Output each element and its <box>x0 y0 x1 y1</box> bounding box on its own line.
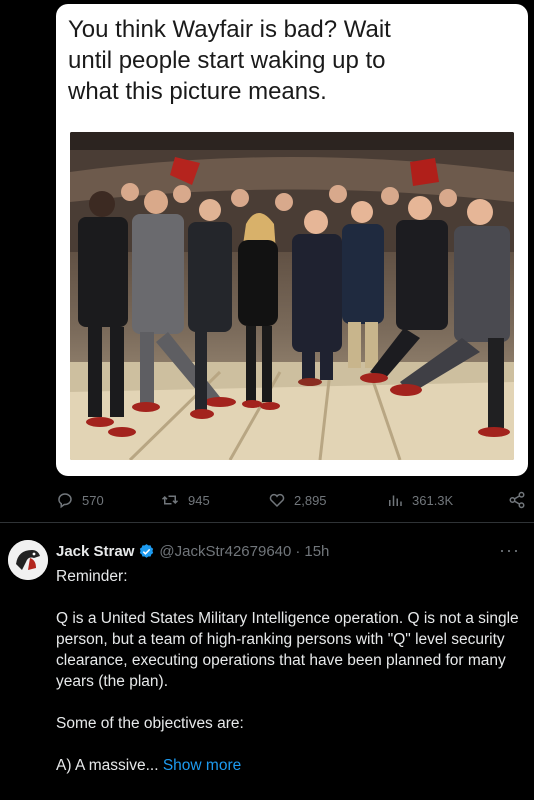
reply-action[interactable]: 570 <box>56 491 104 509</box>
caption-line-1: You think Wayfair is bad? Wait <box>68 16 391 43</box>
retweet-count: 945 <box>188 492 210 508</box>
retweet-action[interactable]: 945 <box>160 491 210 509</box>
tweet-text: Reminder: Q is a United States Military … <box>56 566 526 776</box>
more-options-icon[interactable]: ··· <box>499 540 520 561</box>
tweet-paragraph-2: Some of the objectives are: <box>56 715 244 732</box>
engagement-bar: 570 945 2,895 361.3K <box>56 486 528 514</box>
tweet-timestamp[interactable]: 15h <box>304 543 329 560</box>
tweet-header: Jack Straw @JackStr42679640 · 15h <box>56 540 329 562</box>
group-photo[interactable] <box>70 132 514 460</box>
quoted-media-card[interactable]: You think Wayfair is bad? Wait until peo… <box>56 4 528 476</box>
avatar[interactable] <box>8 540 48 580</box>
share-icon <box>509 491 525 509</box>
verified-badge-icon <box>140 543 154 558</box>
views-action[interactable]: 361.3K <box>386 491 453 509</box>
avatar-eagle-icon <box>8 540 48 580</box>
tweet-line-reminder: Reminder: <box>56 568 128 585</box>
caption-line-2: until people start waking up to <box>68 47 386 74</box>
reply-icon <box>58 493 72 509</box>
author-handle[interactable]: @JackStr42679640 <box>159 543 291 560</box>
author-name[interactable]: Jack Straw <box>56 543 134 560</box>
show-more-link[interactable]: Show more <box>163 757 241 774</box>
tweet-paragraph-3-text: A) A massive... <box>56 757 159 774</box>
views-icon <box>389 495 402 506</box>
retweet-icon <box>161 495 179 505</box>
tweet-paragraph-3: A) A massive... Show more <box>56 755 526 776</box>
tweet-divider <box>0 522 534 523</box>
heart-icon <box>269 493 285 508</box>
quoted-caption: You think Wayfair is bad? Wait until peo… <box>68 14 508 107</box>
tweet-paragraph-1: Q is a United States Military Intelligen… <box>56 610 519 690</box>
group-photo-illustration <box>70 132 514 460</box>
views-count: 361.3K <box>412 492 454 508</box>
like-count: 2,895 <box>294 492 327 508</box>
caption-line-3: what this picture means. <box>68 78 327 105</box>
meta-separator: · <box>295 542 301 560</box>
share-action[interactable] <box>508 491 526 509</box>
reply-count: 570 <box>82 492 104 508</box>
like-action[interactable]: 2,895 <box>268 491 327 509</box>
